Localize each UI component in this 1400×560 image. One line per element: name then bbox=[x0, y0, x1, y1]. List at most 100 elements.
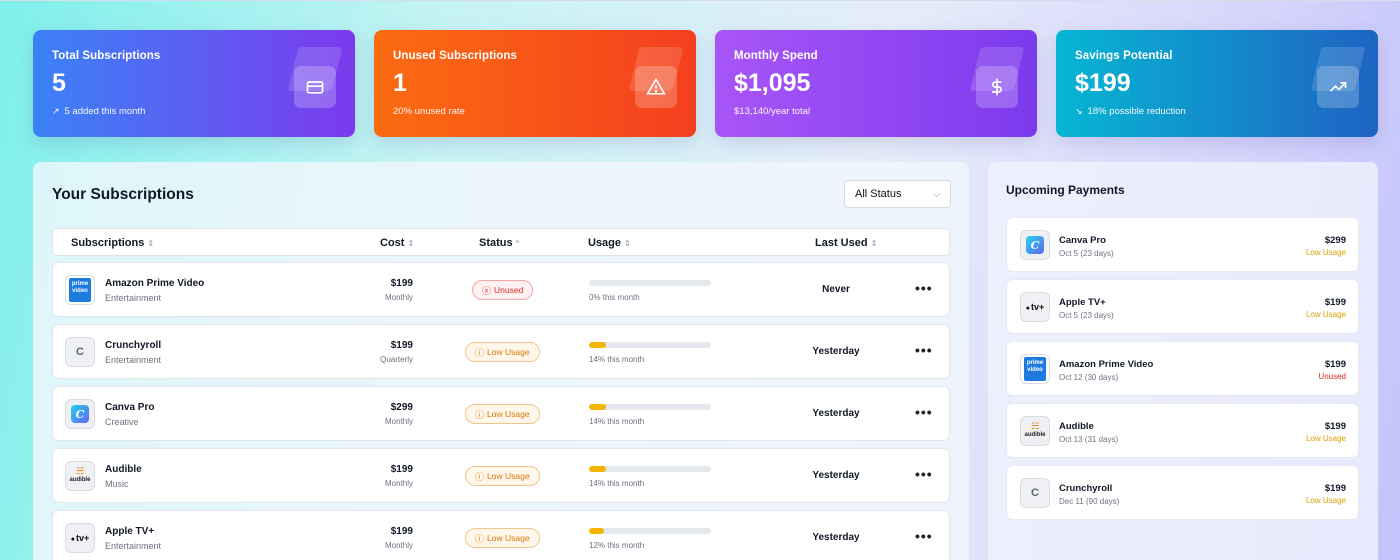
chevron-down-icon: ⌵ bbox=[933, 188, 940, 199]
subscription-cost: $199 bbox=[390, 278, 413, 289]
column-header-cost[interactable]: Cost ⇕ bbox=[380, 237, 414, 249]
payment-amount: $299 bbox=[1324, 235, 1346, 246]
sort-icon: ⇕ bbox=[870, 238, 878, 248]
payment-item[interactable]: C Crunchyroll Dec 11 (90 days) $199 Low … bbox=[1006, 465, 1359, 520]
usage-text: 14% this month bbox=[589, 355, 645, 364]
payment-amount: $199 bbox=[1324, 359, 1346, 370]
dollar-icon bbox=[976, 66, 1018, 108]
stat-sub: ↘ 18% possible reduction bbox=[1075, 106, 1359, 117]
payment-item[interactable]: ☵ audible Audible Oct 13 (31 days) $199 L… bbox=[1006, 403, 1359, 458]
crunchyroll-logo: C bbox=[1020, 478, 1050, 508]
arrow-up-right-icon: ↗ bbox=[52, 106, 60, 116]
apple-icon: ● bbox=[1025, 305, 1030, 312]
status-badge: ⓧ Unused bbox=[472, 280, 534, 300]
more-options-button[interactable]: ••• bbox=[915, 404, 933, 420]
sort-icon: ⇕ bbox=[147, 238, 155, 248]
subscription-name: Crunchyroll bbox=[105, 340, 162, 351]
payment-status: Low Usage bbox=[1305, 434, 1346, 443]
stat-sub-text: 5 added this month bbox=[64, 106, 146, 117]
usage-text: 12% this month bbox=[589, 541, 645, 550]
usage-bar-fill bbox=[589, 404, 607, 410]
column-header-subscriptions[interactable]: Subscriptions ⇕ bbox=[71, 237, 154, 249]
stat-card-savings[interactable]: Savings Potential $199 ↘ 18% possible re… bbox=[1056, 30, 1378, 137]
payment-name: Crunchyroll bbox=[1059, 483, 1113, 494]
subscription-cost: $299 bbox=[390, 402, 413, 413]
more-options-button[interactable]: ••• bbox=[915, 466, 933, 482]
stat-label: Total Subscriptions bbox=[52, 50, 161, 62]
table-row[interactable]: ●tv+ Apple TV+ Entertainment $199 Monthl… bbox=[52, 510, 950, 560]
column-header-last-used[interactable]: Last Used ⇕ bbox=[815, 237, 877, 249]
audible-logo: ☵ audible bbox=[1020, 416, 1050, 446]
table-row[interactable]: ☵ audible Audible Music $199 Monthly ⓘ Low… bbox=[52, 448, 950, 503]
amazon-prime-video-logo: prime video bbox=[1020, 354, 1050, 384]
column-header-usage[interactable]: Usage ⇕ bbox=[588, 237, 631, 249]
arrow-down-right-icon: ↘ bbox=[1075, 106, 1083, 116]
payment-amount: $199 bbox=[1324, 297, 1346, 308]
payment-status: Low Usage bbox=[1305, 496, 1346, 505]
subscription-category: Entertainment bbox=[105, 355, 162, 365]
status-filter-select[interactable]: All Status ⌵ bbox=[844, 180, 951, 208]
payment-name: Apple TV+ bbox=[1059, 297, 1106, 308]
warning-icon bbox=[635, 66, 677, 108]
payment-name: Canva Pro bbox=[1059, 235, 1106, 246]
payment-item[interactable]: prime video Amazon Prime Video Oct 12 (3… bbox=[1006, 341, 1359, 396]
status-badge: ⓘ Low Usage bbox=[465, 342, 540, 362]
usage-bar-fill bbox=[589, 466, 607, 472]
subscriptions-panel: Your Subscriptions All Status ⌵ Subscrip… bbox=[33, 162, 969, 560]
payment-name: Amazon Prime Video bbox=[1059, 359, 1154, 370]
apple-tv-logo: ●tv+ bbox=[65, 523, 95, 553]
column-header-status[interactable]: Status ^ bbox=[479, 237, 519, 249]
subscription-category: Music bbox=[105, 479, 129, 489]
usage-bar bbox=[589, 342, 711, 348]
canva-logo: C bbox=[1020, 230, 1050, 260]
status-badge: ⓘ Low Usage bbox=[465, 528, 540, 548]
table-header: Subscriptions ⇕ Cost ⇕ Status ^ Usage ⇕ Last… bbox=[52, 228, 950, 256]
sort-icon: ⇕ bbox=[624, 238, 631, 248]
top-divider bbox=[0, 0, 1400, 1]
usage-bar-fill bbox=[589, 528, 604, 534]
upcoming-payments-panel: Upcoming Payments C Canva Pro Oct 5 (23 … bbox=[988, 162, 1378, 560]
payment-item[interactable]: C Canva Pro Oct 5 (23 days) $299 Low Usa… bbox=[1006, 217, 1359, 272]
table-row[interactable]: prime video Amazon Prime Video Entertain… bbox=[52, 262, 950, 317]
usage-bar-fill bbox=[589, 342, 607, 348]
stat-label: Unused Subscriptions bbox=[393, 50, 518, 62]
usage-bar bbox=[589, 404, 711, 410]
stat-sub: 20% unused rate bbox=[393, 106, 677, 117]
stat-label: Savings Potential bbox=[1075, 50, 1173, 62]
payment-date: Oct 5 (23 days) bbox=[1059, 311, 1114, 320]
stat-card-unused[interactable]: Unused Subscriptions 1 20% unused rate bbox=[374, 30, 696, 137]
clock-icon: ⓘ bbox=[475, 533, 485, 544]
payment-status: Unused bbox=[1318, 372, 1346, 381]
stats-row: Total Subscriptions 5 ↗ 5 added this mon… bbox=[33, 30, 1378, 137]
stat-sub: $13,140/year total bbox=[734, 106, 1018, 117]
table-row[interactable]: C Canva Pro Creative $299 Monthly ⓘ Low U… bbox=[52, 386, 950, 441]
subscription-category: Creative bbox=[105, 417, 139, 427]
stat-card-monthly-spend[interactable]: Monthly Spend $1,095 $13,140/year total bbox=[715, 30, 1037, 137]
subscription-period: Monthly bbox=[384, 293, 413, 302]
usage-bar bbox=[589, 466, 711, 472]
payment-item[interactable]: ●tv+ Apple TV+ Oct 5 (23 days) $199 Low … bbox=[1006, 279, 1359, 334]
audible-logo: ☵ audible bbox=[65, 461, 95, 491]
sort-icon: ⇕ bbox=[407, 238, 415, 248]
usage-bar bbox=[589, 280, 711, 286]
credit-card-icon bbox=[294, 66, 336, 108]
subscription-period: Monthly bbox=[384, 417, 413, 426]
table-row[interactable]: C Crunchyroll Entertainment $199 Quarter… bbox=[52, 324, 950, 379]
panel-title: Your Subscriptions bbox=[52, 186, 194, 203]
more-options-button[interactable]: ••• bbox=[915, 342, 933, 358]
more-options-button[interactable]: ••• bbox=[915, 528, 933, 544]
stat-card-total[interactable]: Total Subscriptions 5 ↗ 5 added this mon… bbox=[33, 30, 355, 137]
apple-tv-logo: ●tv+ bbox=[1020, 292, 1050, 322]
payment-status: Low Usage bbox=[1305, 310, 1346, 319]
more-options-button[interactable]: ••• bbox=[915, 280, 933, 296]
subscription-period: Monthly bbox=[384, 541, 413, 550]
subscription-name: Amazon Prime Video bbox=[105, 278, 205, 289]
clock-icon: ⓘ bbox=[475, 471, 485, 482]
usage-text: 14% this month bbox=[589, 479, 645, 488]
apple-icon: ● bbox=[70, 536, 75, 543]
subscription-cost: $199 bbox=[390, 526, 413, 537]
crunchyroll-logo: C bbox=[65, 337, 95, 367]
stat-sub: ↗ 5 added this month bbox=[52, 106, 336, 117]
subscription-cost: $199 bbox=[390, 464, 413, 475]
status-badge: ⓘ Low Usage bbox=[465, 404, 540, 424]
